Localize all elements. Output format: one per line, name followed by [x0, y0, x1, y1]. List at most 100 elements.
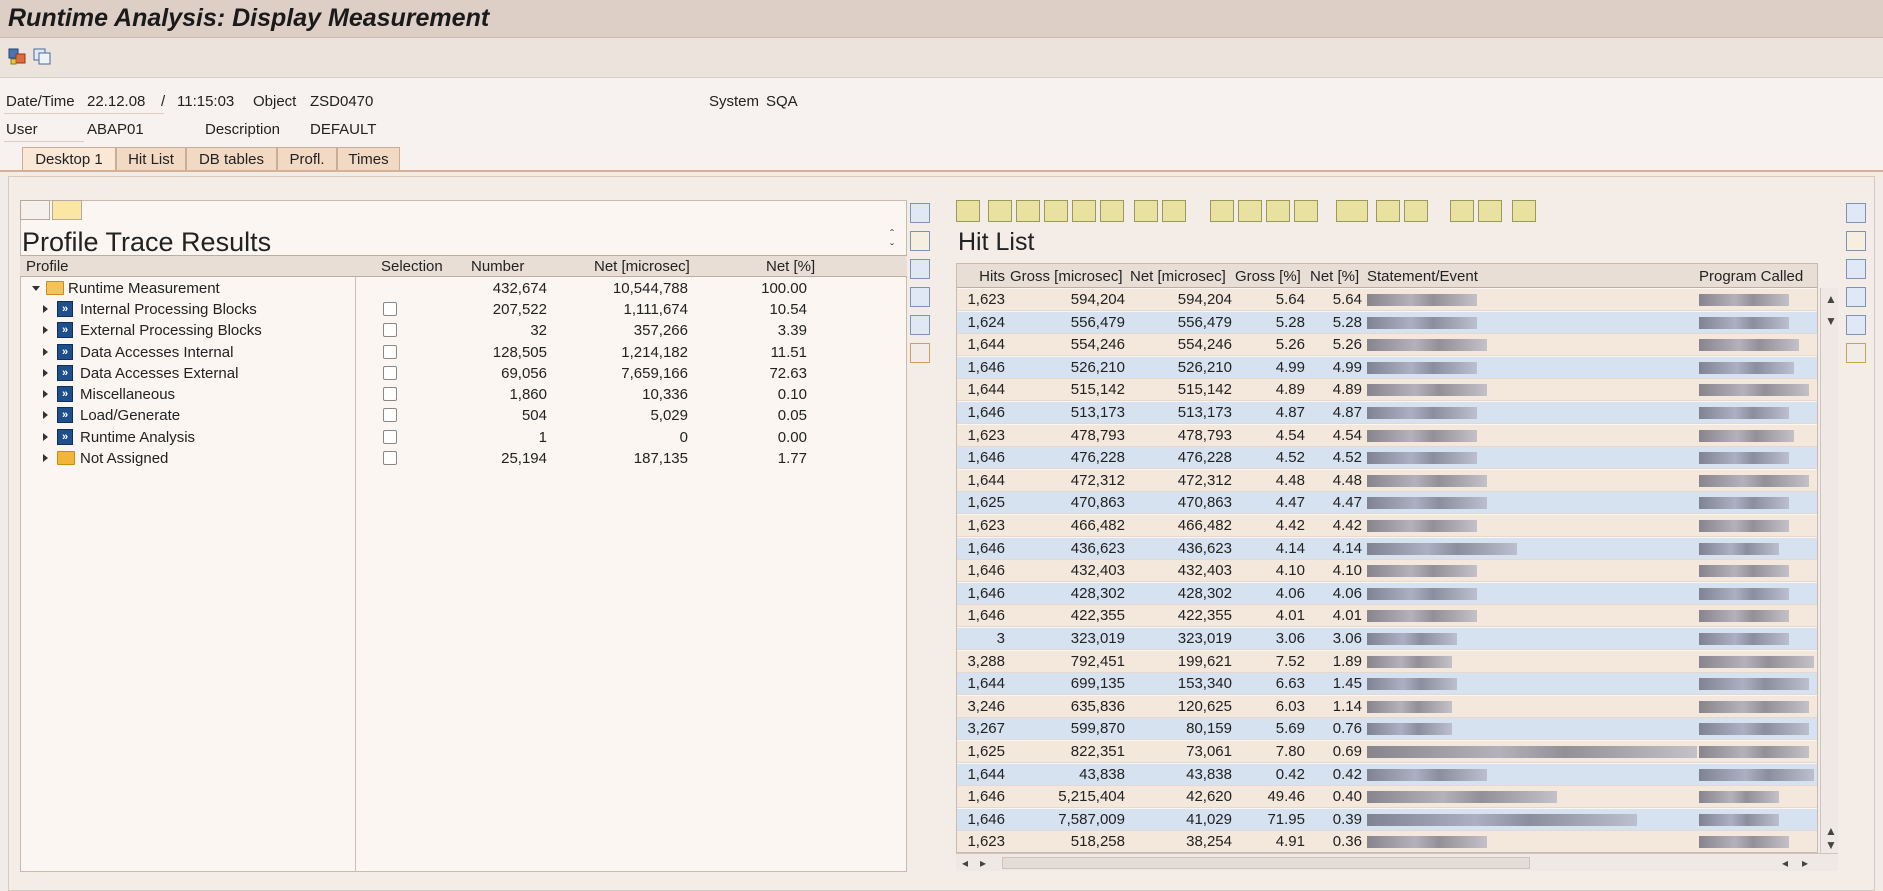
maximize-icon[interactable]	[1846, 287, 1866, 307]
fit-width-icon[interactable]	[910, 315, 930, 335]
col-net-microsec[interactable]: Net [microsec]	[594, 258, 690, 275]
display-source-icon[interactable]	[1450, 200, 1474, 222]
tree-row-miscellaneous[interactable]: » Miscellaneous 1,860 10,336 0.10	[20, 384, 907, 405]
table-row[interactable]: 1,646 422,355 422,355 4.01 4.01	[957, 605, 1817, 628]
zoom-icon[interactable]	[1478, 200, 1502, 222]
scroll-up-icon[interactable]: ▲	[1825, 292, 1837, 306]
col-hits[interactable]: Hits	[957, 268, 1005, 285]
table-row[interactable]: 1,644 43,838 43,838 0.42 0.42	[957, 763, 1817, 786]
tree-row-external-processing-blocks[interactable]: » External Processing Blocks 32 357,266 …	[20, 320, 907, 341]
table-row[interactable]: 1,623 594,204 594,204 5.64 5.64	[957, 289, 1817, 311]
table-row[interactable]: 1,623 478,793 478,793 4.54 4.54	[957, 424, 1817, 447]
tab-profl[interactable]: Profl.	[277, 147, 337, 171]
tree-row-load-generate[interactable]: » Load/Generate 504 5,029 0.05	[20, 405, 907, 426]
selection-checkbox[interactable]	[383, 387, 397, 401]
selection-checkbox[interactable]	[383, 366, 397, 380]
table-row[interactable]: 1,625 822,351 73,061 7.80 0.69	[957, 741, 1817, 763]
expand-arrow-icon[interactable]	[43, 326, 48, 334]
selection-checkbox[interactable]	[383, 430, 397, 444]
col-net-pct[interactable]: Net [%]	[766, 258, 815, 275]
expand-arrow-icon[interactable]	[43, 390, 48, 398]
table-row[interactable]: 1,646 513,173 513,173 4.87 4.87	[957, 402, 1817, 424]
table-row[interactable]: 1,646 7,587,009 41,029 71.95 0.39	[957, 808, 1817, 831]
tree-view-icon[interactable]	[20, 200, 50, 220]
col-gross-microsec[interactable]: Gross [microsec]	[1010, 268, 1123, 285]
table-row[interactable]: 1,623 518,258 38,254 4.91 0.36	[957, 831, 1817, 852]
tab-hit-list[interactable]: Hit List	[116, 147, 186, 171]
expand-collapse-icon[interactable]: ˆˇ	[890, 227, 894, 255]
expand-arrow-icon[interactable]	[43, 433, 48, 441]
tab-times[interactable]: Times	[337, 147, 400, 171]
table-row[interactable]: 1,646 476,228 476,228 4.52 4.52	[957, 447, 1817, 470]
selection-checkbox[interactable]	[383, 323, 397, 337]
col-net-pct[interactable]: Net [%]	[1310, 268, 1359, 285]
views-icon[interactable]	[1238, 200, 1262, 222]
table-row[interactable]: 1,646 436,623 436,623 4.14 4.14	[957, 537, 1817, 560]
chart-view-icon[interactable]	[52, 200, 82, 220]
col-program-called[interactable]: Program Called	[1699, 268, 1803, 285]
expand-arrow-icon[interactable]	[43, 348, 48, 356]
col-profile[interactable]: Profile	[26, 258, 69, 275]
table-row[interactable]: 1,624 556,479 556,479 5.28 5.28	[957, 311, 1817, 334]
col-number[interactable]: Number	[471, 258, 524, 275]
selection-checkbox[interactable]	[383, 345, 397, 359]
table-row[interactable]: 3,246 635,836 120,625 6.03 1.14	[957, 695, 1817, 718]
collapse-arrow-icon[interactable]	[32, 286, 40, 291]
tree-row-runtime-measurement[interactable]: Runtime Measurement 432,674 10,544,788 1…	[20, 278, 907, 299]
tab-desktop-1[interactable]: Desktop 1	[22, 147, 116, 171]
table-row[interactable]: 1,644 472,312 472,312 4.48 4.48	[957, 469, 1817, 492]
filter-icon[interactable]	[1100, 200, 1124, 222]
tab-db-tables[interactable]: DB tables	[186, 147, 277, 171]
undo-icon[interactable]	[910, 343, 930, 363]
table-row[interactable]: 1,646 526,210 526,210 4.99 4.99	[957, 356, 1817, 379]
vertical-scrollbar[interactable]: ▲ ▼ ▲ ▼	[1820, 288, 1838, 853]
copy-window-icon[interactable]	[32, 46, 54, 66]
horizontal-scrollbar[interactable]: ◂ ▸ ◂ ▸	[956, 853, 1838, 871]
swap-icon[interactable]	[1846, 259, 1866, 279]
print-icon[interactable]	[1210, 200, 1234, 222]
scroll-right-icon[interactable]: ▸	[980, 856, 986, 870]
maximize-icon[interactable]	[910, 287, 930, 307]
close-icon[interactable]	[1846, 203, 1866, 223]
col-net-microsec[interactable]: Net [microsec]	[1130, 268, 1226, 285]
table-row[interactable]: 1,644 699,135 153,340 6.63 1.45	[957, 673, 1817, 696]
navigate-icon[interactable]	[1512, 200, 1536, 222]
selection-checkbox[interactable]	[383, 302, 397, 316]
scroll-left-icon[interactable]: ◂	[1782, 856, 1788, 870]
find-next-icon[interactable]	[1072, 200, 1096, 222]
table-row[interactable]: 3 323,019 323,019 3.06 3.06	[957, 628, 1817, 650]
scroll-right-icon[interactable]: ▸	[1802, 856, 1808, 870]
swap-icon[interactable]	[910, 259, 930, 279]
new-window-icon[interactable]	[1846, 231, 1866, 251]
table-row[interactable]: 1,623 466,482 466,482 4.42 4.42	[957, 515, 1817, 537]
new-window-icon[interactable]	[910, 231, 930, 251]
col-gross-pct[interactable]: Gross [%]	[1235, 268, 1301, 285]
tree-row-internal-processing-blocks[interactable]: » Internal Processing Blocks 207,522 1,1…	[20, 299, 907, 320]
scroll-down-icon[interactable]: ▼	[1825, 838, 1837, 852]
find-icon[interactable]	[1044, 200, 1068, 222]
expand-arrow-icon[interactable]	[43, 411, 48, 419]
scroll-thumb[interactable]	[1002, 857, 1530, 869]
selection-checkbox[interactable]	[383, 451, 397, 465]
tree-row-data-accesses-internal[interactable]: » Data Accesses Internal 128,505 1,214,1…	[20, 342, 907, 363]
layout-icon[interactable]	[1294, 200, 1318, 222]
table-row[interactable]: 1,625 470,863 470,863 4.47 4.47	[957, 492, 1817, 515]
tree-row-runtime-analysis[interactable]: » Runtime Analysis 1 0 0.00	[20, 427, 907, 448]
subtotal-icon[interactable]	[1162, 200, 1186, 222]
scroll-down-icon[interactable]: ▼	[1825, 314, 1837, 328]
fit-width-icon[interactable]	[1846, 315, 1866, 335]
table-row[interactable]: 1,644 515,142 515,142 4.89 4.89	[957, 379, 1817, 402]
selection-checkbox[interactable]	[383, 408, 397, 422]
table-row[interactable]: 1,646 432,403 432,403 4.10 4.10	[957, 560, 1817, 583]
details-icon[interactable]	[956, 200, 980, 222]
tree-row-not-assigned[interactable]: Not Assigned 25,194 187,135 1.77	[20, 448, 907, 469]
expand-arrow-icon[interactable]	[43, 305, 48, 313]
table-row[interactable]: 3,267 599,870 80,159 5.69 0.76	[957, 718, 1817, 741]
other-measurement-icon[interactable]	[8, 46, 30, 66]
expand-arrow-icon[interactable]	[43, 369, 48, 377]
table-row[interactable]: 3,288 792,451 199,621 7.52 1.89	[957, 650, 1817, 673]
scroll-left-icon[interactable]: ◂	[962, 856, 968, 870]
export-icon[interactable]	[1266, 200, 1290, 222]
table-row[interactable]: 1,646 5,215,404 42,620 49.46 0.40	[957, 786, 1817, 809]
expand-arrow-icon[interactable]	[43, 454, 48, 462]
